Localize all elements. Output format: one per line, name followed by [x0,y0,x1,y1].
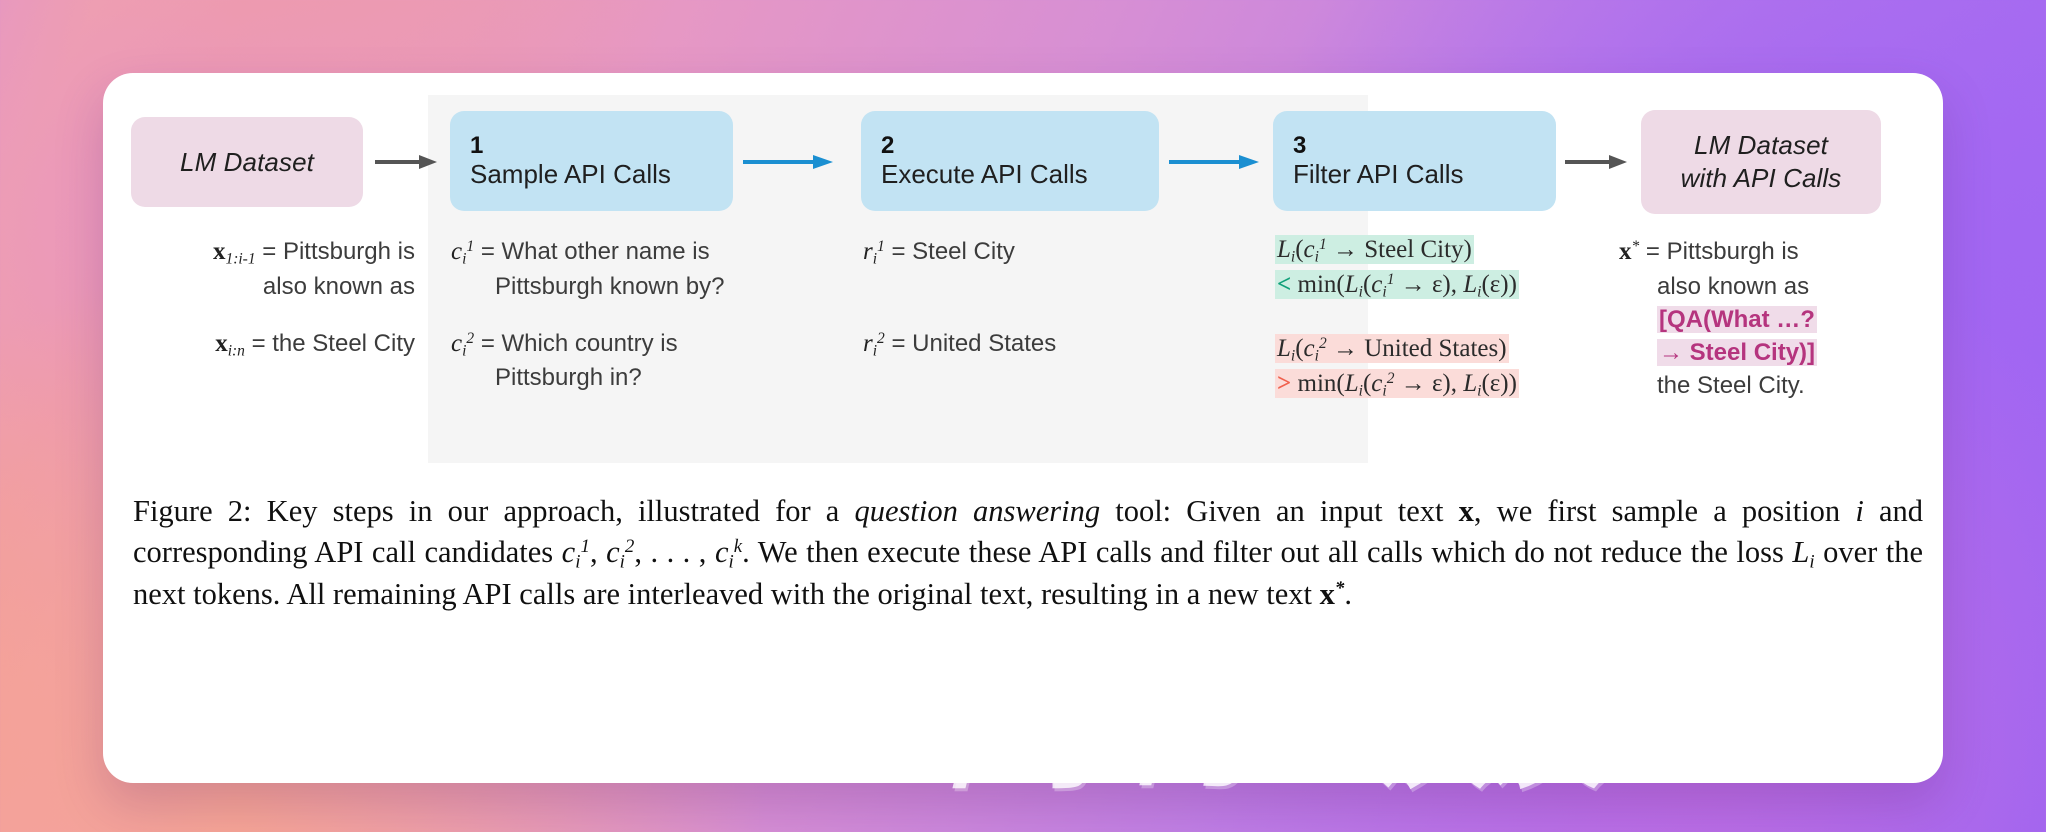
step3-item2-formula-line2: > min(Li(ci2 → ε), Li(ε)) [1275,368,1519,399]
output-item1-eq: = [1645,238,1660,265]
node-step-2[interactable]: 2 Execute API Calls [861,111,1159,211]
input-item1-line1: x1:i-1 = Pittsburgh is [125,235,415,270]
node-output-label-line2: with API Calls [1680,163,1842,193]
node-step-2-label: Execute API Calls [881,159,1088,190]
caption-p5: . We then execute these API calls and fi… [742,535,1793,570]
step1-item2-eq: = [480,329,495,357]
input-item2-line1: xi:n = the Steel City [125,327,415,362]
node-lm-dataset[interactable]: LM Dataset [131,117,363,207]
output-item1-symbol: x* [1619,237,1640,265]
caption-p2: tool: Given an input text [1100,494,1459,528]
step1-column-text: ci1 = What other name is Pittsburgh know… [451,235,751,394]
figure-card: LM Dataset x1:i-1 = Pittsburgh is also k… [103,73,1943,783]
node-step-1-number: 1 [470,132,484,160]
node-step-1-label: Sample API Calls [470,159,671,190]
input-item1-eq: = [262,238,277,265]
output-item1-line1: x* = Pittsburgh is [1619,235,1919,270]
step3-item2-line2: > min(Li(ci2 → ε), Li(ε)) [1275,367,1615,402]
input-item1-value1: Pittsburgh is [282,238,415,265]
caption-ellipsis: , . . . , [634,535,715,570]
caption-p1: Key steps in our approach, illustrated f… [251,494,855,528]
output-item1-value1: Pittsburgh is [1666,238,1799,265]
input-column-text: x1:i-1 = Pittsburgh is also known as xi:… [125,235,415,361]
step3-item2-line1: Li(ci2 → United States) [1275,332,1615,367]
step3-column-text: Li(ci1 → Steel City) < min(Li(ci1 → ε), … [1275,233,1615,401]
step1-item2-line2: Pittsburgh in? [451,361,751,394]
step2-item2-eq: = [891,329,906,357]
step2-item2-symbol: ri2 [863,329,885,359]
step2-item1-line1: ri1 = Steel City [863,235,1163,270]
arrow-step3-to-output [1565,155,1627,169]
node-lm-dataset-label: LM Dataset [180,146,314,177]
input-item2-symbol: xi:n [215,329,245,359]
step3-item2-formula-line1: Li(ci2 → United States) [1275,334,1509,365]
caption-var-xstar: x* [1319,576,1345,611]
output-item1-line2: also known as [1619,270,1919,303]
caption-p7: . [1344,576,1352,611]
node-step-2-number: 2 [881,132,895,160]
node-step-1[interactable]: 1 Sample API Calls [450,111,733,211]
step3-item2-operator: > [1277,369,1292,397]
caption-var-L: Li [1792,535,1815,573]
output-item1-line4: → Steel City)] [1619,336,1919,369]
node-step-3-number: 3 [1293,132,1307,160]
node-step-3[interactable]: 3 Filter API Calls [1273,111,1556,211]
step3-item1-line2: < min(Li(ci1 → ε), Li(ε)) [1275,268,1615,303]
caption-var-i: i [1855,494,1864,528]
caption-comma1: , [589,535,607,570]
output-item1-value2: also known as [1657,272,1810,300]
figure-caption-label: Figure 2: [133,494,252,528]
caption-emphasis-tool: question answering [854,494,1101,528]
step3-item1-operator: < [1277,270,1292,298]
step1-item1-value2: Pittsburgh known by? [495,272,725,300]
input-item1-value2: also known as [262,272,415,300]
step3-item1-formula-line2: < min(Li(ci1 → ε), Li(ε)) [1275,269,1519,300]
step1-item2-value2: Pittsburgh in? [495,364,642,392]
caption-var-c2: ci2 [606,535,635,573]
caption-var-ck: cik [714,535,743,573]
step1-item1-line1: ci1 = What other name is [451,235,751,270]
input-item1-line2: also known as [125,270,415,303]
step1-item1-symbol: ci1 [451,237,475,268]
step1-item2-symbol: ci2 [451,329,475,359]
step1-item1-value1: What other name is [501,238,710,265]
input-item2-eq: = [251,329,266,357]
step1-item2-value1: Which country is [501,329,678,357]
arrow-step1-to-step2 [743,155,833,169]
output-item1-api-call-line2: → Steel City)] [1657,338,1818,366]
arrow-input-to-step1 [375,155,437,169]
step1-item1-line2: Pittsburgh known by? [451,270,751,303]
caption-var-c1: ci1 [561,535,590,573]
caption-p3: , we first sample a position [1473,494,1856,528]
input-item2-value1: the Steel City [272,329,415,357]
step2-item2-value1: United States [912,329,1057,357]
node-lm-dataset-with-api-calls[interactable]: LM Dataset with API Calls [1641,110,1881,214]
output-item1-line5: the Steel City. [1619,369,1919,402]
step2-item1-eq: = [891,238,906,265]
output-column-text: x* = Pittsburgh is also known as [QA(Wha… [1619,235,1919,402]
step3-item1-line1: Li(ci1 → Steel City) [1275,233,1615,268]
input-item1-symbol: x1:i-1 [212,238,256,268]
step1-item1-eq: = [480,238,495,265]
step1-item2-line1: ci2 = Which country is [451,327,751,362]
output-item1-value5: the Steel City. [1657,371,1805,399]
step3-item1-formula-line1: Li(ci1 → Steel City) [1275,235,1474,266]
step2-column-text: ri1 = Steel City ri2 = United States [863,235,1163,361]
step2-item1-symbol: ri1 [863,237,885,268]
pipeline-diagram: LM Dataset x1:i-1 = Pittsburgh is also k… [103,73,1943,488]
output-item1-api-call-line1: [QA(What …? [1657,305,1817,333]
step2-item2-line1: ri2 = United States [863,327,1163,362]
output-item1-line3: [QA(What …? [1619,303,1919,336]
node-step-3-label: Filter API Calls [1293,159,1464,190]
caption-var-x: x [1458,494,1474,528]
node-output-label-line1: LM Dataset [1694,130,1828,161]
step2-item1-value1: Steel City [912,238,1015,265]
arrow-step2-to-step3 [1169,155,1259,169]
figure-caption: Figure 2: Key steps in our approach, ill… [133,491,1923,615]
